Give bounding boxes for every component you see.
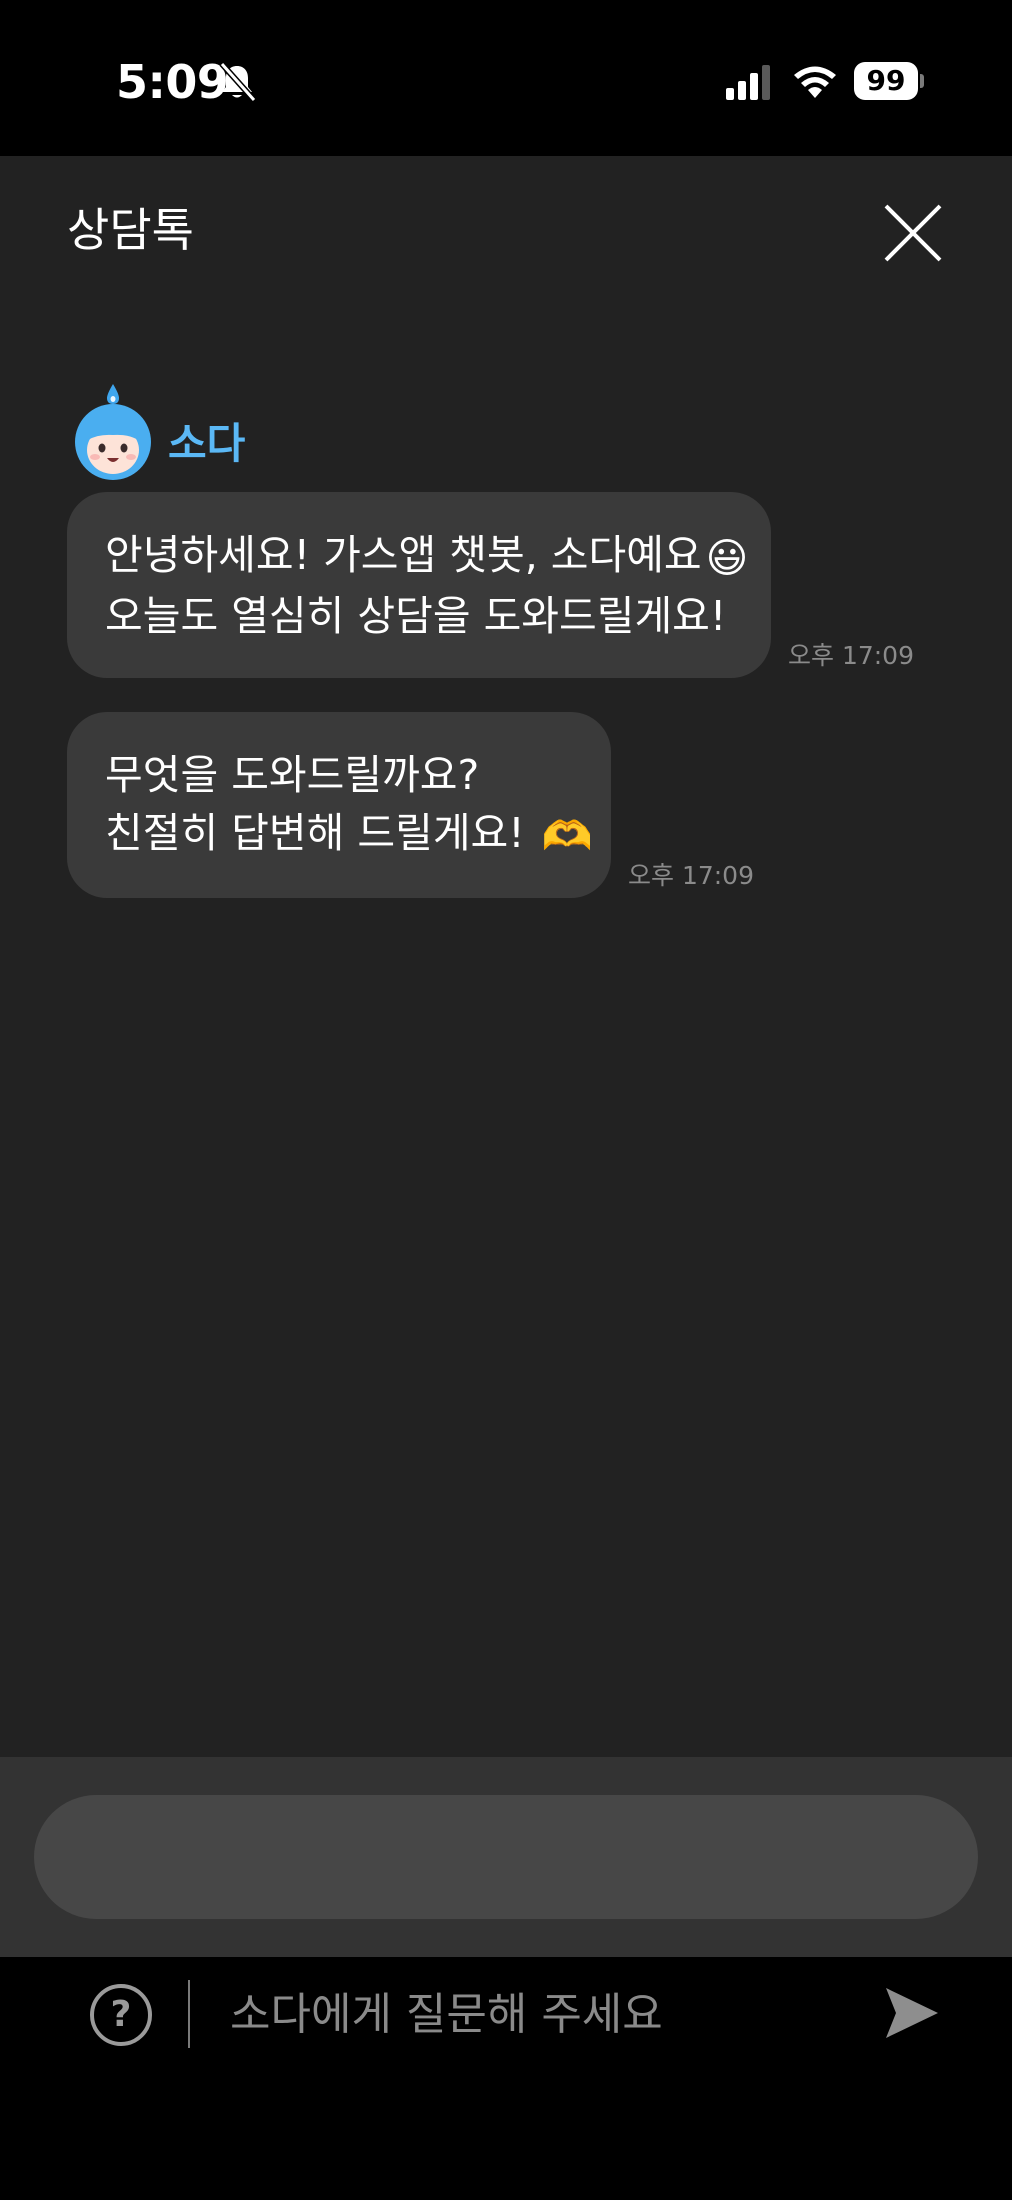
status-time: 5:09 xyxy=(116,55,229,109)
smiley-emoji: 😃 xyxy=(705,534,749,582)
message-timestamp: 오후 17:09 xyxy=(788,641,914,670)
send-icon[interactable] xyxy=(882,1984,940,2042)
bell-slash-icon xyxy=(219,62,256,102)
close-icon[interactable] xyxy=(880,200,946,266)
heart-hands-emoji: 🫶 xyxy=(541,812,593,860)
status-bar: 5:09 99 xyxy=(0,0,1012,156)
chat-header: 상담톡 xyxy=(0,156,1012,306)
message-input[interactable] xyxy=(230,1978,830,2050)
message-text: 친절히 답변해 드릴게요! xyxy=(105,809,538,857)
battery-nub xyxy=(920,74,924,88)
page-title: 상담톡 xyxy=(67,203,194,257)
composer-divider xyxy=(188,1980,190,2048)
message-text: 안녕하세요! 가스앱 챗봇, 소다예요 xyxy=(105,531,702,579)
wifi-icon xyxy=(794,66,836,98)
home-indicator-area xyxy=(0,2114,1012,2200)
message-line: 무엇을 도와드릴까요? xyxy=(105,751,480,799)
message-line: 오늘도 열심히 상담을 도와드릴게요! xyxy=(105,592,727,640)
composer-pill xyxy=(34,1795,978,1919)
battery-level: 99 xyxy=(854,62,918,100)
signal-icon xyxy=(726,65,770,100)
chat-screen: 상담톡 소다 안녕하세요! 가스앱 챗봇, 소다예요😃 오늘도 열심히 상담을 … xyxy=(0,156,1012,1913)
message-line: 안녕하세요! 가스앱 챗봇, 소다예요😃 xyxy=(105,526,748,587)
battery-icon: 99 xyxy=(854,62,924,100)
help-button[interactable]: ? xyxy=(90,1984,152,2046)
bot-message-bubble: 무엇을 도와드릴까요? 친절히 답변해 드릴게요! 🫶 xyxy=(67,712,611,898)
bot-name: 소다 xyxy=(168,419,246,468)
message-line: 친절히 답변해 드릴게요! 🫶 xyxy=(105,804,593,865)
message-timestamp: 오후 17:09 xyxy=(628,861,754,890)
bot-message-bubble: 안녕하세요! 가스앱 챗봇, 소다예요😃 오늘도 열심히 상담을 도와드릴게요! xyxy=(67,492,771,678)
soda-avatar-icon xyxy=(75,384,151,480)
